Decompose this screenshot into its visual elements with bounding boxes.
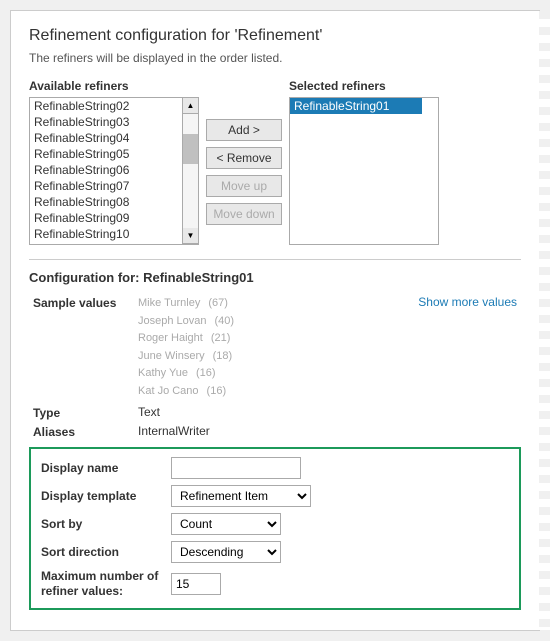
available-refiners-col: Available refiners RefinableString02 Ref… [29,79,199,245]
aliases-row: Aliases InternalWriter [29,422,521,441]
sample-row: Mike Turnley (67) [138,295,408,313]
max-refiner-label: Maximum number of refiner values: [41,569,171,600]
sample-row: Kathy Yue (16) [138,365,408,383]
max-refiner-input[interactable] [171,573,221,595]
config-section: Configuration for: RefinableString01 Sam… [29,259,521,610]
sample-name: Kat Jo Cano [138,383,199,401]
sample-name: Roger Haight [138,330,203,348]
selected-refiners-label: Selected refiners [289,79,439,93]
type-value: Text [134,403,521,422]
available-refiners-list[interactable]: RefinableString02 RefinableString03 Refi… [30,98,182,244]
sample-values-row: Sample values Mike Turnley (67) Joseph L… [29,293,521,403]
sample-count: (16) [207,383,227,401]
sample-values-label: Sample values [29,293,134,403]
action-buttons-col: Add > < Remove Move up Move down [199,79,289,245]
list-item[interactable]: RefinableString08 [30,194,182,210]
sample-name: Kathy Yue [138,365,188,383]
list-item[interactable]: RefinableString05 [30,146,182,162]
list-item[interactable]: RefinableString06 [30,162,182,178]
sample-row: Joseph Lovan (40) [138,313,408,331]
panel-subtitle: The refiners will be displayed in the or… [29,51,521,65]
max-refiner-row: Maximum number of refiner values: [41,569,509,600]
available-refiners-label: Available refiners [29,79,199,93]
list-item[interactable]: RefinableString10 [30,226,182,242]
show-more-link[interactable]: Show more values [408,295,517,309]
sample-values-list: Mike Turnley (67) Joseph Lovan (40) Roge… [138,295,408,401]
display-template-select[interactable]: Refinement Item Multi-value Refinement I… [171,485,311,507]
list-item[interactable]: RefinableString11 [30,242,182,244]
sample-count: (16) [196,365,216,383]
scroll-up-arrow[interactable]: ▲ [183,98,198,114]
config-table: Sample values Mike Turnley (67) Joseph L… [29,293,521,441]
display-name-row: Display name [41,457,509,479]
selected-refiners-col: Selected refiners RefinableString01 [289,79,439,245]
sample-count: (18) [213,348,233,366]
list-item[interactable]: RefinableString07 [30,178,182,194]
display-template-label: Display template [41,489,171,503]
sample-row: Kat Jo Cano (16) [138,383,408,401]
config-highlight-box: Display name Display template Refinement… [29,447,521,610]
sample-count: (67) [208,295,228,313]
type-label: Type [29,403,134,422]
sample-row: Roger Haight (21) [138,330,408,348]
available-refiners-listbox[interactable]: RefinableString02 RefinableString03 Refi… [29,97,199,245]
selected-refiners-list[interactable]: RefinableString01 [290,98,422,244]
list-item[interactable]: RefinableString02 [30,98,182,114]
sort-by-row: Sort by Count Name Number [41,513,509,535]
remove-button[interactable]: < Remove [206,147,282,169]
sample-count: (21) [211,330,231,348]
display-name-label: Display name [41,461,171,475]
sort-direction-row: Sort direction Ascending Descending [41,541,509,563]
display-name-input[interactable] [171,457,301,479]
list-item[interactable]: RefinableString04 [30,130,182,146]
aliases-value: InternalWriter [134,422,521,441]
sample-row: June Winsery (18) [138,348,408,366]
sort-by-select[interactable]: Count Name Number [171,513,281,535]
sample-values-cell: Mike Turnley (67) Joseph Lovan (40) Roge… [134,293,521,403]
sample-name: Joseph Lovan [138,313,207,331]
display-template-row: Display template Refinement Item Multi-v… [41,485,509,507]
sample-name: Mike Turnley [138,295,200,313]
sort-direction-select[interactable]: Ascending Descending [171,541,281,563]
sample-values-container: Mike Turnley (67) Joseph Lovan (40) Roge… [138,295,517,401]
main-panel: Refinement configuration for 'Refinement… [10,10,540,631]
sort-by-label: Sort by [41,517,171,531]
config-title: Configuration for: RefinableString01 [29,270,521,285]
scroll-down-arrow[interactable]: ▼ [183,228,198,244]
refiners-section: Available refiners RefinableString02 Ref… [29,79,521,245]
panel-title: Refinement configuration for 'Refinement… [29,27,521,45]
list-item[interactable]: RefinableString09 [30,210,182,226]
selected-refiners-listbox[interactable]: RefinableString01 [289,97,439,245]
type-row: Type Text [29,403,521,422]
aliases-label: Aliases [29,422,134,441]
list-item[interactable]: RefinableString01 [290,98,422,114]
add-button[interactable]: Add > [206,119,282,141]
sort-direction-label: Sort direction [41,545,171,559]
move-up-button[interactable]: Move up [206,175,282,197]
list-item[interactable]: RefinableString03 [30,114,182,130]
move-down-button[interactable]: Move down [206,203,282,225]
sample-count: (40) [215,313,235,331]
scroll-track[interactable] [183,114,198,228]
scroll-thumb [183,134,198,164]
available-scroll: ▲ ▼ [182,98,198,244]
sample-name: June Winsery [138,348,205,366]
